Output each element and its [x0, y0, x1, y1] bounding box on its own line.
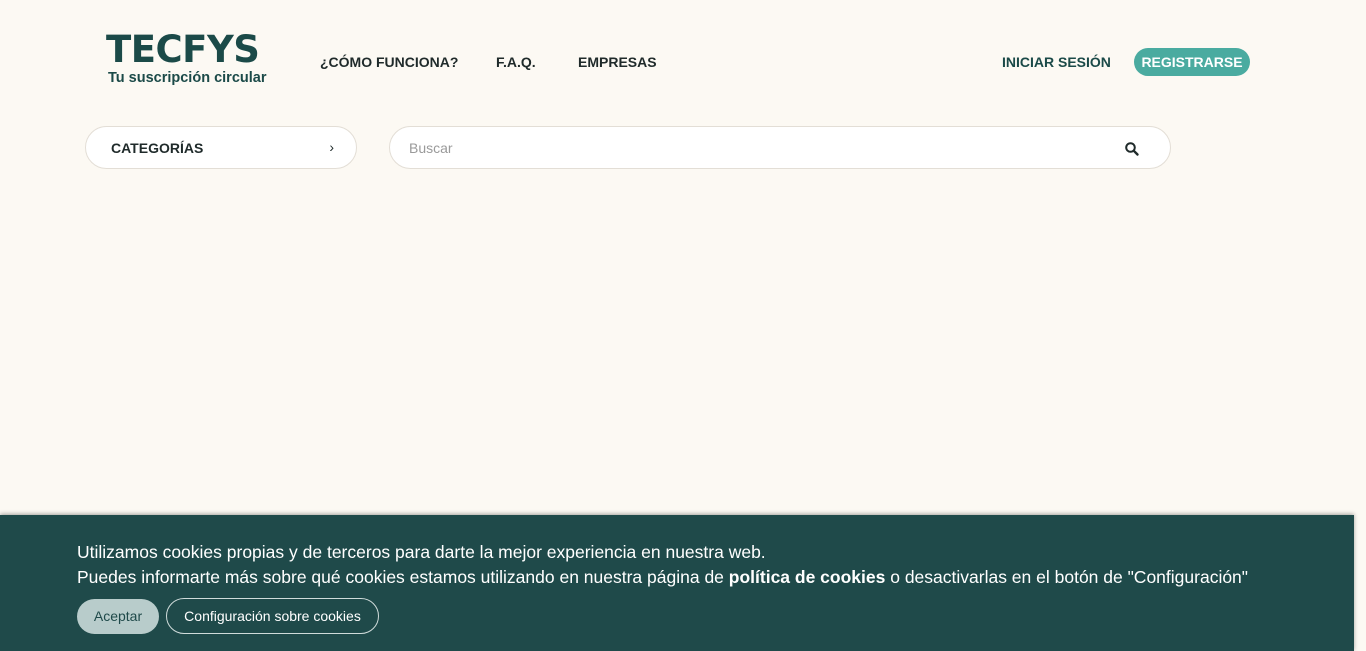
categories-label: CATEGORÍAS	[111, 140, 204, 156]
logo-text: TECFYS	[106, 28, 260, 71]
brand-logo[interactable]: TECFYS Tu suscripción circular	[106, 30, 271, 90]
cookie-settings-button[interactable]: Configuración sobre cookies	[166, 598, 379, 634]
cookie-info: Puedes informarte más sobre qué cookies …	[77, 567, 1248, 587]
page: TECFYS Tu suscripción circular ¿CÓMO FUN…	[0, 0, 1366, 651]
nav-faq[interactable]: F.A.Q.	[496, 54, 536, 70]
accept-cookies-button[interactable]: Aceptar	[77, 599, 159, 634]
logo-tagline: Tu suscripción circular	[108, 70, 267, 86]
login-link[interactable]: INICIAR SESIÓN	[1002, 54, 1111, 70]
search-icon[interactable]	[1124, 141, 1140, 157]
search-bar	[389, 126, 1171, 169]
cookie-info-prefix: Puedes informarte más sobre qué cookies …	[77, 567, 729, 587]
cookie-message: Utilizamos cookies propias y de terceros…	[77, 542, 766, 562]
categories-dropdown[interactable]: CATEGORÍAS ›	[85, 126, 357, 169]
cookie-info-suffix: o desactivarlas en el botón de "Configur…	[885, 567, 1249, 587]
register-button[interactable]: REGISTRARSE	[1134, 48, 1250, 76]
search-input[interactable]	[409, 137, 1089, 159]
chevron-right-icon: ›	[329, 139, 334, 155]
nav-empresas[interactable]: EMPRESAS	[578, 54, 657, 70]
cookie-policy-link[interactable]: política de cookies	[729, 567, 886, 587]
cookie-banner: Utilizamos cookies propias y de terceros…	[0, 515, 1354, 651]
nav-como-funciona[interactable]: ¿CÓMO FUNCIONA?	[320, 54, 458, 70]
